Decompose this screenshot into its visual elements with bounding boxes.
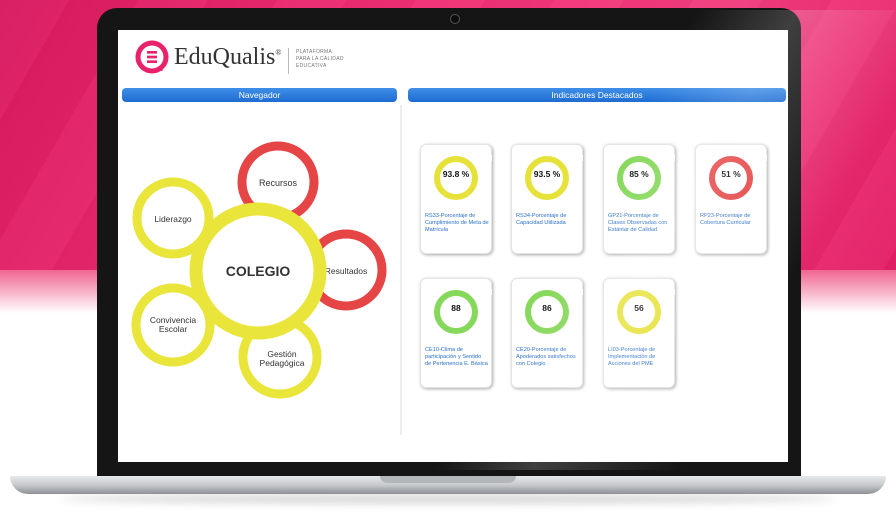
- laptop-shadow: [60, 494, 836, 504]
- indicator-label[interactable]: RP23-Porcentaje de Cobertura Curricular: [700, 213, 764, 227]
- center-colegio[interactable]: COLEGIO: [189, 202, 327, 340]
- indicator-card[interactable]: 88 CE10-Clima de participación y Sentido …: [420, 278, 492, 388]
- indicator-value: 85 %: [629, 169, 649, 179]
- indicator-value: 56: [634, 303, 644, 313]
- navigator-diagram: Recursos Resultados Liderazgo Convivenci…: [131, 141, 387, 399]
- navigator-header: Navegador: [122, 88, 397, 102]
- indicator-label[interactable]: LI03-Porcentaje de Implementación de Acc…: [608, 347, 672, 368]
- indicator-card[interactable]: 56 LI03-Porcentaje de Implementación de A…: [603, 278, 675, 388]
- indicator-card[interactable]: 85 % GP21-Porcentaje de Clases Observadas…: [603, 144, 675, 254]
- indicator-label[interactable]: RS34-Porcentaje de Capacidad Utilizada: [516, 213, 580, 227]
- petal-label-convivencia-2: Escolar: [159, 324, 188, 334]
- panel-divider: [400, 105, 402, 435]
- indicator-value: 93.5 %: [533, 169, 561, 179]
- indicators-header: Indicadores Destacados: [408, 88, 786, 102]
- app-screen: EduQualis® PLATAFORMA PARA LA CALIDAD ED…: [118, 30, 788, 462]
- laptop-notch: [380, 476, 516, 483]
- eduqualis-logo-icon: [135, 40, 169, 74]
- center-label: COLEGIO: [226, 263, 291, 279]
- indicator-label[interactable]: GP21-Porcentaje de Clases Observadas con…: [608, 213, 672, 234]
- indicator-label[interactable]: RS33-Porcentaje de Cumplimiento de Meta …: [425, 213, 489, 234]
- indicator-value: 93.8 %: [442, 169, 470, 179]
- petal-label-recursos: Recursos: [259, 178, 298, 188]
- indicator-card[interactable]: 93.5 % RS34-Porcentaje de Capacidad Utili…: [511, 144, 583, 254]
- indicator-value: 88: [451, 303, 461, 313]
- brand-tagline: PLATAFORMA PARA LA CALIDAD EDUCATIVA: [296, 49, 344, 69]
- indicator-value: 51 %: [721, 169, 741, 179]
- header-divider: [288, 48, 289, 74]
- petal-label-gestion-2: Pedagógica: [260, 358, 305, 368]
- indicator-value: 86: [542, 303, 552, 313]
- petal-label-liderazgo: Liderazgo: [154, 214, 192, 224]
- camera-icon: [450, 14, 460, 24]
- indicator-card[interactable]: 93.8 % RS33-Porcentaje de Cumplimiento de…: [420, 144, 492, 254]
- indicator-card[interactable]: 51 % RP23-Porcentaje de Cobertura Curricu…: [695, 144, 767, 254]
- indicator-card[interactable]: 86 CE20-Porcentaje de Apoderados satisfec…: [511, 278, 583, 388]
- petal-label-resultados: Resultados: [325, 266, 368, 276]
- indicator-label[interactable]: CE20-Porcentaje de Apoderados satisfecho…: [516, 347, 580, 368]
- brand-name: EduQualis®: [174, 44, 282, 70]
- indicator-label[interactable]: CE10-Clima de participación y Sentido de…: [425, 347, 489, 368]
